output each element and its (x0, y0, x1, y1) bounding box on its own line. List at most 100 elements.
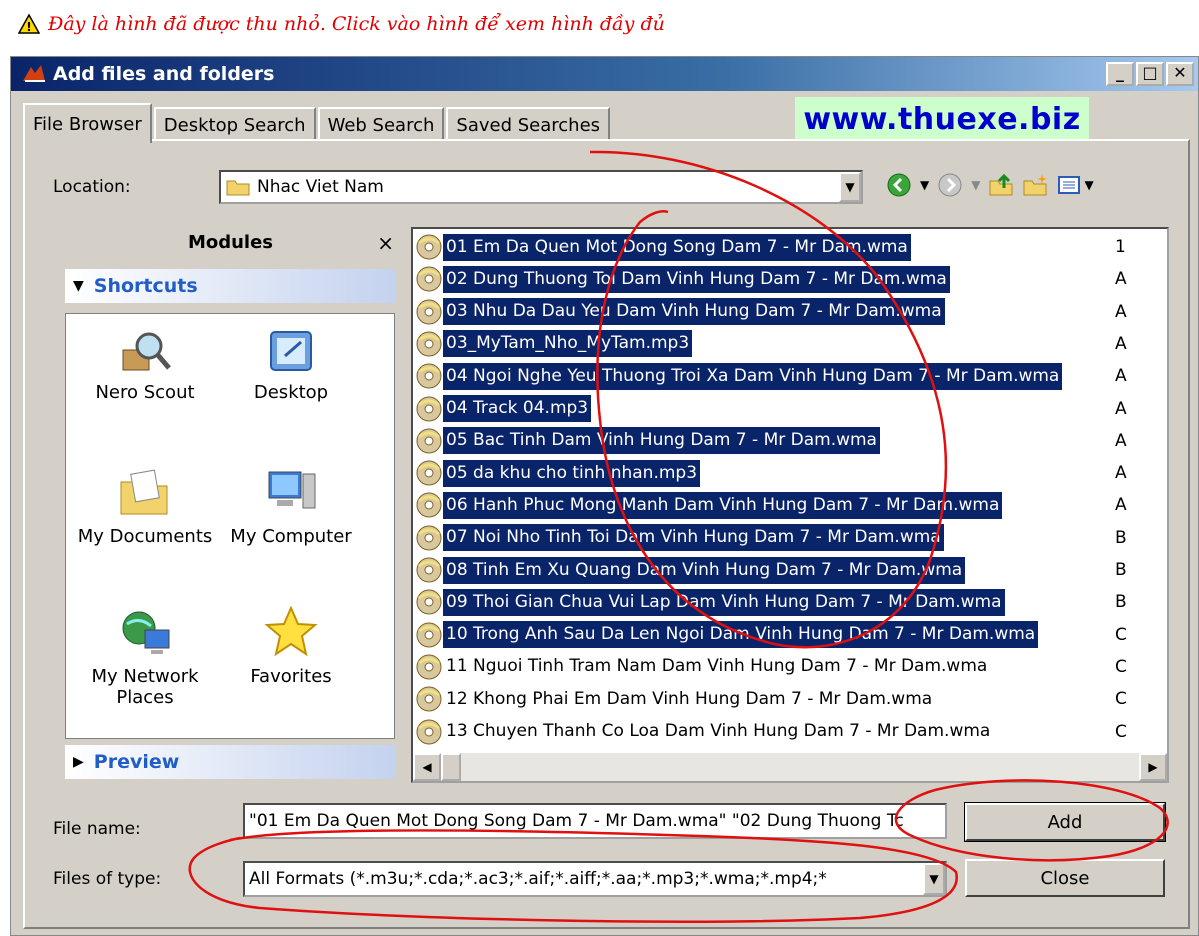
file-name: 03 Nhu Da Dau Yeu Dam Vinh Hung Dam 7 - … (443, 298, 945, 326)
location-combo[interactable]: Nhac Viet Nam ▼ (219, 170, 863, 204)
view-dropdown-icon[interactable]: ▼ (1084, 178, 1093, 192)
file-row-column2[interactable]: A (1115, 298, 1127, 326)
file-row[interactable]: 05 da khu cho tinh nhan.mp3 (415, 459, 701, 487)
modules-title: Modules (187, 232, 274, 253)
file-row-column2[interactable]: 1 (1115, 233, 1126, 261)
file-row[interactable]: 12 Khong Phai Em Dam Vinh Hung Dam 7 - M… (415, 685, 935, 713)
scroll-thumb[interactable] (441, 753, 461, 781)
preview-header[interactable]: ▶ Preview (65, 745, 395, 779)
location-label: Location: (53, 177, 131, 197)
file-name: 11 Nguoi Tinh Tram Nam Dam Vinh Hung Dam… (446, 656, 988, 677)
file-row[interactable]: 03 Nhu Da Dau Yeu Dam Vinh Hung Dam 7 - … (415, 298, 945, 326)
file-row-column2[interactable]: C (1115, 685, 1127, 713)
filename-input[interactable]: "01 Em Da Quen Mot Dong Song Dam 7 - Mr … (243, 803, 947, 839)
file-row[interactable]: 11 Nguoi Tinh Tram Nam Dam Vinh Hung Dam… (415, 653, 990, 681)
file-row-column2[interactable]: A (1115, 395, 1127, 423)
horizontal-scrollbar[interactable]: ◀ ▶ (413, 753, 1167, 781)
filetype-dropdown-arrow[interactable]: ▼ (923, 863, 945, 895)
file-name: 10 Trong Anh Sau Da Len Ngoi Dam Vinh Hu… (443, 621, 1039, 649)
media-file-icon (416, 654, 442, 680)
file-row[interactable]: 01 Em Da Quen Mot Dong Song Dam 7 - Mr D… (415, 233, 911, 261)
shortcut-label: My Documents (77, 526, 213, 547)
my-documents-icon (120, 469, 168, 515)
tab-web-search[interactable]: Web Search (317, 107, 445, 141)
file-row-column2[interactable]: B (1115, 524, 1127, 552)
minimize-button[interactable]: _ (1106, 62, 1134, 86)
shortcuts-label: Shortcuts (93, 275, 198, 297)
view-menu-icon[interactable] (1056, 172, 1082, 198)
file-row[interactable]: 03_MyTam_Nho_MyTam.mp3 (415, 330, 693, 358)
media-file-icon (416, 525, 442, 551)
media-file-icon (416, 331, 442, 357)
file-row-column2[interactable]: A (1115, 330, 1127, 358)
file-row-column2[interactable]: C (1115, 653, 1127, 681)
media-file-icon (416, 622, 442, 648)
file-name-truncated: 1 (1115, 237, 1126, 257)
file-name: 13 Chuyen Thanh Co Loa Dam Vinh Hung Dam… (446, 721, 991, 741)
tab-saved-searches[interactable]: Saved Searches (446, 107, 611, 141)
up-folder-icon[interactable] (988, 172, 1014, 198)
file-name-truncated: C (1115, 689, 1127, 710)
file-row[interactable]: 04 Track 04.mp3 (415, 395, 592, 423)
file-row[interactable]: 10 Trong Anh Sau Da Len Ngoi Dam Vinh Hu… (415, 621, 1039, 649)
shortcut-favorites[interactable]: Favorites (216, 604, 366, 687)
back-dropdown-icon[interactable]: ▼ (920, 178, 929, 192)
file-row[interactable]: 07 Noi Nho Tinh Toi Dam Vinh Hung Dam 7 … (415, 524, 944, 552)
desktop-icon (270, 331, 312, 371)
new-folder-icon[interactable] (1022, 172, 1048, 198)
file-name: 08 Tinh Em Xu Quang Dam Vinh Hung Dam 7 … (443, 556, 966, 584)
tab-file-browser[interactable]: File Browser (23, 103, 152, 143)
watermark: www.thuexe.biz (795, 97, 1089, 141)
media-file-icon (416, 299, 442, 325)
shortcuts-header[interactable]: ▼ Shortcuts (65, 269, 395, 303)
file-row[interactable]: 13 Chuyen Thanh Co Loa Dam Vinh Hung Dam… (415, 718, 993, 746)
back-icon[interactable] (886, 172, 912, 198)
svg-text:!: ! (26, 20, 31, 34)
file-row-column2[interactable]: C (1115, 621, 1127, 649)
scroll-left-button[interactable]: ◀ (413, 753, 441, 781)
add-button[interactable]: Add (964, 802, 1166, 842)
media-file-icon (416, 396, 442, 421)
nero-scout-icon (122, 332, 171, 371)
file-row-column2[interactable]: A (1115, 491, 1127, 519)
location-dropdown-arrow[interactable]: ▼ (839, 172, 861, 202)
close-button[interactable]: Close (965, 859, 1165, 897)
file-row-column2[interactable]: A (1115, 459, 1127, 487)
file-row[interactable]: 06 Hanh Phuc Mong Manh Dam Vinh Hung Dam… (415, 491, 1003, 519)
maximize-button[interactable]: □ (1136, 62, 1164, 86)
scroll-right-button[interactable]: ▶ (1139, 753, 1167, 781)
file-row[interactable]: 08 Tinh Em Xu Quang Dam Vinh Hung Dam 7 … (415, 556, 966, 584)
modules-close-icon[interactable]: × (377, 231, 394, 255)
file-name-truncated: A (1115, 333, 1127, 354)
file-name: 05 Bac Tinh Dam Vinh Hung Dam 7 - Mr Dam… (443, 427, 880, 455)
close-window-button[interactable]: ✕ (1166, 62, 1194, 86)
media-file-icon (416, 589, 442, 615)
shortcut-nero-scout[interactable]: Nero Scout (70, 326, 220, 403)
resize-notice[interactable]: ! Đây là hình đã được thu nhỏ. Click vào… (0, 0, 710, 48)
forward-dropdown-icon[interactable]: ▼ (971, 178, 980, 192)
shortcut-my-computer[interactable]: My Computer (216, 464, 366, 547)
file-row-column2[interactable]: B (1115, 556, 1127, 584)
file-row-column2[interactable]: B (1115, 588, 1127, 616)
file-row[interactable]: 05 Bac Tinh Dam Vinh Hung Dam 7 - Mr Dam… (415, 427, 880, 455)
file-list[interactable]: 01 Em Da Quen Mot Dong Song Dam 7 - Mr D… (411, 227, 1169, 783)
folder-icon (226, 180, 250, 196)
shortcut-my-network-places[interactable]: My Network Places (70, 604, 220, 708)
filetype-label: Files of type: (53, 869, 162, 889)
file-row-column2[interactable]: A (1115, 362, 1127, 390)
file-row-column2[interactable]: A (1115, 427, 1127, 455)
file-row[interactable]: 02 Dung Thuong Toi Dam Vinh Hung Dam 7 -… (415, 265, 950, 293)
file-name-truncated: B (1115, 527, 1127, 548)
title-bar[interactable]: Add files and folders _ □ ✕ (11, 57, 1198, 91)
shortcut-my-documents[interactable]: My Documents (70, 464, 220, 547)
file-name-truncated: A (1115, 398, 1127, 419)
file-row[interactable]: 09 Thoi Gian Chua Vui Lap Dam Vinh Hung … (415, 588, 1005, 616)
filetype-select[interactable]: All Formats (*.m3u;*.cda;*.ac3;*.aif;*.a… (243, 861, 947, 897)
forward-icon[interactable] (937, 172, 963, 198)
shortcut-desktop[interactable]: Desktop (216, 326, 366, 403)
file-row-column2[interactable]: C (1115, 718, 1127, 746)
file-row[interactable]: 04 Ngoi Nghe Yeu Thuong Troi Xa Dam Vinh… (415, 362, 1063, 390)
file-row-column2[interactable]: A (1115, 265, 1127, 293)
tab-desktop-search[interactable]: Desktop Search (153, 107, 316, 141)
media-file-icon (416, 428, 442, 454)
